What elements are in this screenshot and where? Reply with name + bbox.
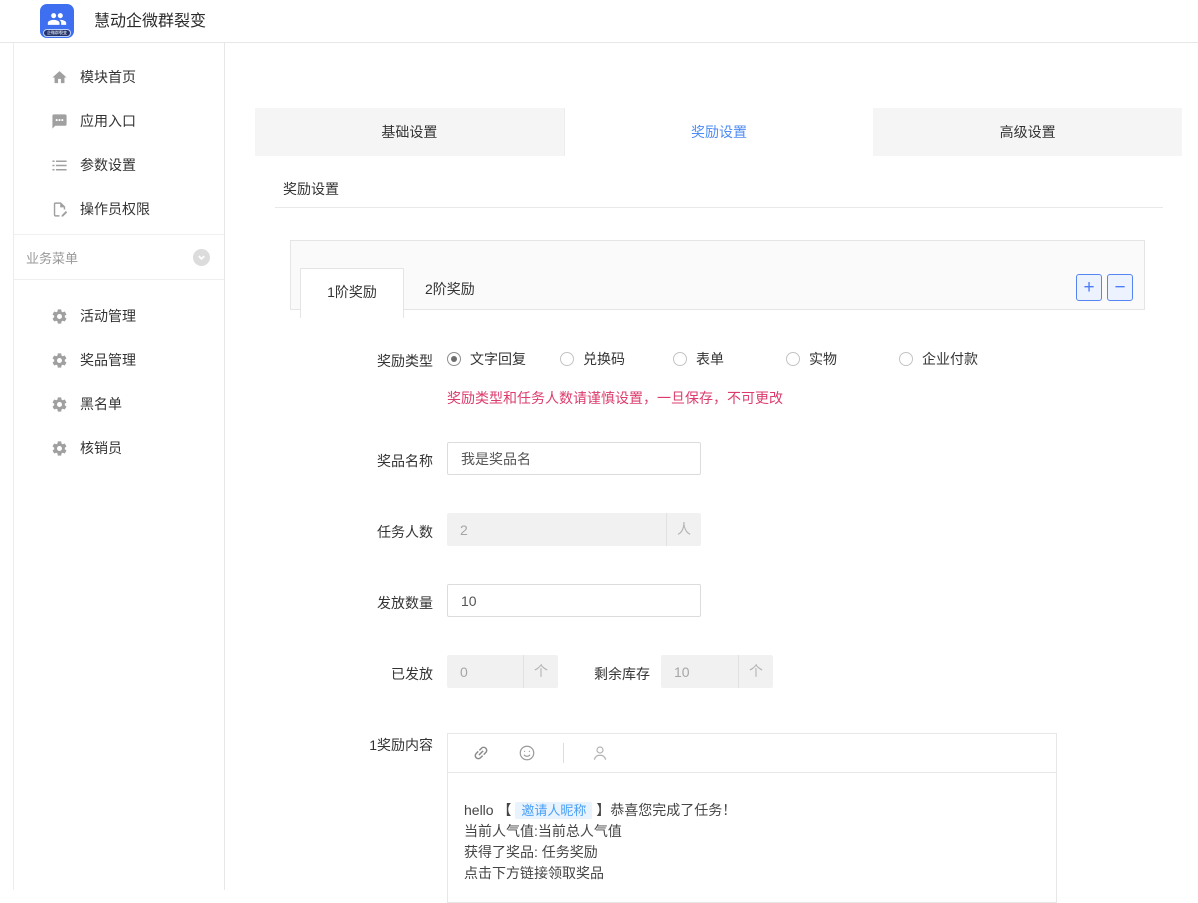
issued-field: 0 个	[447, 655, 558, 688]
editor-line-2: 当前人气值:当前总人气值	[464, 821, 1040, 842]
app-logo: 企微群裂变	[40, 4, 74, 38]
sidebar-section-label: 业务菜单	[26, 248, 78, 267]
sidebar-item-label: 核销员	[80, 438, 122, 458]
chat-icon	[50, 112, 68, 130]
sidebar-item-label: 模块首页	[80, 67, 136, 87]
editor-line-1: hello 【 邀请人昵称 】恭喜您完成了任务！	[464, 800, 1040, 821]
tab-stage-2-reward[interactable]: 2阶奖励	[425, 268, 475, 310]
emoji-icon[interactable]	[517, 743, 537, 763]
sidebar-section-business-menu: 业务菜单	[14, 234, 224, 280]
reward-type-label: 奖励类型	[357, 351, 433, 371]
reward-type-radio-group: 文字回复 兑换码 表单 实物 企业付款	[447, 349, 978, 369]
line1-prefix: hello 【	[464, 802, 515, 818]
sidebar-item-prize-management[interactable]: 奖品管理	[14, 338, 224, 382]
radio-icon	[447, 352, 461, 366]
radio-label: 兑换码	[583, 349, 625, 369]
issued-value: 0	[447, 664, 523, 680]
radio-label: 实物	[809, 349, 837, 369]
radio-icon	[786, 352, 800, 366]
tab-stage-1-reward[interactable]: 1阶奖励	[300, 268, 404, 318]
radio-label: 表单	[696, 349, 724, 369]
prize-name-label: 奖品名称	[357, 451, 433, 471]
group-people-icon	[47, 9, 67, 29]
radio-label: 文字回复	[470, 349, 526, 369]
stage-tab-band	[290, 240, 1145, 310]
remaining-label: 剩余库存	[574, 664, 650, 684]
task-people-field: 2 人	[447, 513, 701, 546]
app-header: 企微群裂变 慧动企微群裂变	[0, 0, 1198, 43]
gear-icon	[50, 351, 68, 369]
sidebar: 模块首页 应用入口 参数设置 操作员权限 业务菜单 活动管理 奖品管理 黑名单 …	[0, 43, 225, 890]
radio-form[interactable]: 表单	[673, 349, 786, 369]
sidebar-item-label: 活动管理	[80, 306, 136, 326]
sidebar-item-activity-management[interactable]: 活动管理	[14, 294, 224, 338]
add-stage-button[interactable]: +	[1076, 274, 1102, 301]
radio-redeem-code[interactable]: 兑换码	[560, 349, 673, 369]
remaining-field: 10 个	[661, 655, 773, 688]
radio-physical[interactable]: 实物	[786, 349, 899, 369]
operator-icon	[50, 200, 68, 218]
radio-label: 企业付款	[922, 349, 978, 369]
app-title: 慧动企微群裂变	[94, 0, 206, 43]
gear-icon	[50, 307, 68, 325]
gear-icon	[50, 439, 68, 457]
person-icon[interactable]	[590, 743, 610, 763]
line1-suffix: 】恭喜您完成了任务！	[592, 802, 736, 818]
gear-icon	[50, 395, 68, 413]
radio-text-reply[interactable]: 文字回复	[447, 349, 560, 369]
editor-line-4: 点击下方链接领取奖品	[464, 863, 1040, 884]
link-icon[interactable]	[471, 743, 491, 763]
sidebar-item-blacklist[interactable]: 黑名单	[14, 382, 224, 426]
issued-unit: 个	[523, 655, 558, 688]
chevron-down-circle-icon[interactable]	[193, 249, 210, 266]
editor-line-3: 获得了奖品: 任务奖励	[464, 842, 1040, 863]
sidebar-item-module-home[interactable]: 模块首页	[14, 55, 224, 99]
page-title: 奖励设置	[283, 179, 339, 199]
sidebar-item-label: 黑名单	[80, 394, 122, 414]
task-people-value: 2	[447, 522, 666, 538]
issued-label: 已发放	[357, 664, 433, 684]
warning-text: 奖励类型和任务人数请谨慎设置，一旦保存，不可更改	[447, 388, 783, 408]
sidebar-item-label: 奖品管理	[80, 350, 136, 370]
remaining-unit: 个	[738, 655, 773, 688]
tab-reward-settings[interactable]: 奖励设置	[565, 108, 874, 156]
task-people-unit: 人	[666, 513, 701, 546]
radio-icon	[560, 352, 574, 366]
sidebar-item-verifier[interactable]: 核销员	[14, 426, 224, 470]
radio-enterprise-payment[interactable]: 企业付款	[899, 349, 978, 369]
task-people-label: 任务人数	[357, 522, 433, 542]
issue-quantity-label: 发放数量	[357, 593, 433, 613]
sidebar-item-app-entry[interactable]: 应用入口	[14, 99, 224, 143]
reward-content-label: 1奖励内容	[357, 735, 433, 755]
radio-icon	[673, 352, 687, 366]
tab-basic-settings[interactable]: 基础设置	[255, 108, 565, 156]
radio-icon	[899, 352, 913, 366]
home-icon	[50, 68, 68, 86]
logo-badge: 企微群裂变	[43, 29, 71, 37]
remove-stage-button[interactable]: −	[1107, 274, 1133, 301]
settings-tabs: 基础设置 奖励设置 高级设置	[255, 108, 1182, 156]
params-icon	[50, 156, 68, 174]
sidebar-item-label: 操作员权限	[80, 199, 150, 219]
section-divider	[275, 207, 1163, 208]
sidebar-item-label: 应用入口	[80, 111, 136, 131]
sidebar-item-operator-permissions[interactable]: 操作员权限	[14, 187, 224, 231]
toolbar-divider	[563, 743, 564, 763]
prize-name-input[interactable]	[447, 442, 701, 475]
sidebar-item-label: 参数设置	[80, 155, 136, 175]
invitee-nickname-tag: 邀请人昵称	[515, 802, 592, 819]
tab-advanced-settings[interactable]: 高级设置	[873, 108, 1182, 156]
issue-quantity-input[interactable]	[447, 584, 701, 617]
sidebar-item-param-settings[interactable]: 参数设置	[14, 143, 224, 187]
remaining-value: 10	[661, 664, 738, 680]
reward-content-editor: hello 【 邀请人昵称 】恭喜您完成了任务！ 当前人气值:当前总人气值 获得…	[447, 733, 1057, 903]
editor-content[interactable]: hello 【 邀请人昵称 】恭喜您完成了任务！ 当前人气值:当前总人气值 获得…	[448, 773, 1056, 884]
editor-toolbar	[448, 734, 1056, 773]
